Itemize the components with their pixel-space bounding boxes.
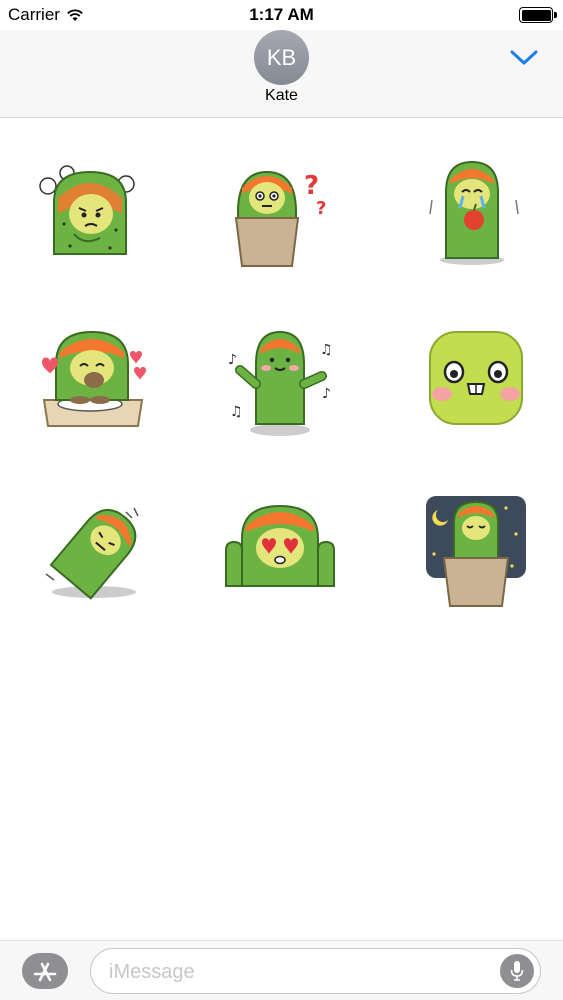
compose-bar: iMessage — [0, 940, 563, 1000]
sleeping-cactus-night-sticker[interactable] — [416, 494, 536, 614]
svg-text:?: ? — [304, 171, 319, 201]
green-face-sticker[interactable] — [416, 324, 536, 444]
sleepy-cactus-lying-sticker[interactable] — [34, 494, 154, 614]
microphone-button[interactable] — [500, 954, 534, 988]
message-placeholder: iMessage — [109, 961, 195, 983]
svg-text:?: ? — [316, 198, 326, 219]
svg-text:♫: ♫ — [230, 404, 243, 420]
conversation-header: KB Kate — [0, 30, 563, 118]
status-bar: Carrier 1:17 AM — [0, 0, 563, 30]
heart-eyes-cactus-sticker[interactable] — [222, 494, 342, 614]
message-input[interactable]: iMessage — [90, 948, 541, 994]
contact-name[interactable]: Kate — [0, 87, 563, 105]
dancing-cactus-sticker[interactable]: ♪ ♫ ♫ ♪ — [222, 324, 342, 444]
app-store-icon — [33, 962, 57, 982]
app-store-button[interactable] — [22, 953, 68, 989]
confused-cactus-pot-sticker[interactable]: ? ? — [222, 154, 342, 274]
svg-text:♪: ♪ — [322, 386, 331, 402]
status-time: 1:17 AM — [249, 5, 314, 24]
angry-cactus-sticker[interactable] — [34, 154, 154, 274]
battery-icon — [519, 7, 557, 23]
microphone-icon — [510, 961, 524, 981]
battery-fill — [521, 9, 551, 21]
svg-text:♫: ♫ — [320, 342, 333, 358]
chevron-down-icon[interactable] — [509, 45, 539, 69]
contact-avatar[interactable]: KB — [254, 30, 309, 85]
crying-cactus-apple-sticker[interactable] — [416, 154, 536, 274]
svg-text:♪: ♪ — [228, 352, 237, 368]
eating-cactus-hearts-sticker[interactable] — [34, 324, 154, 444]
